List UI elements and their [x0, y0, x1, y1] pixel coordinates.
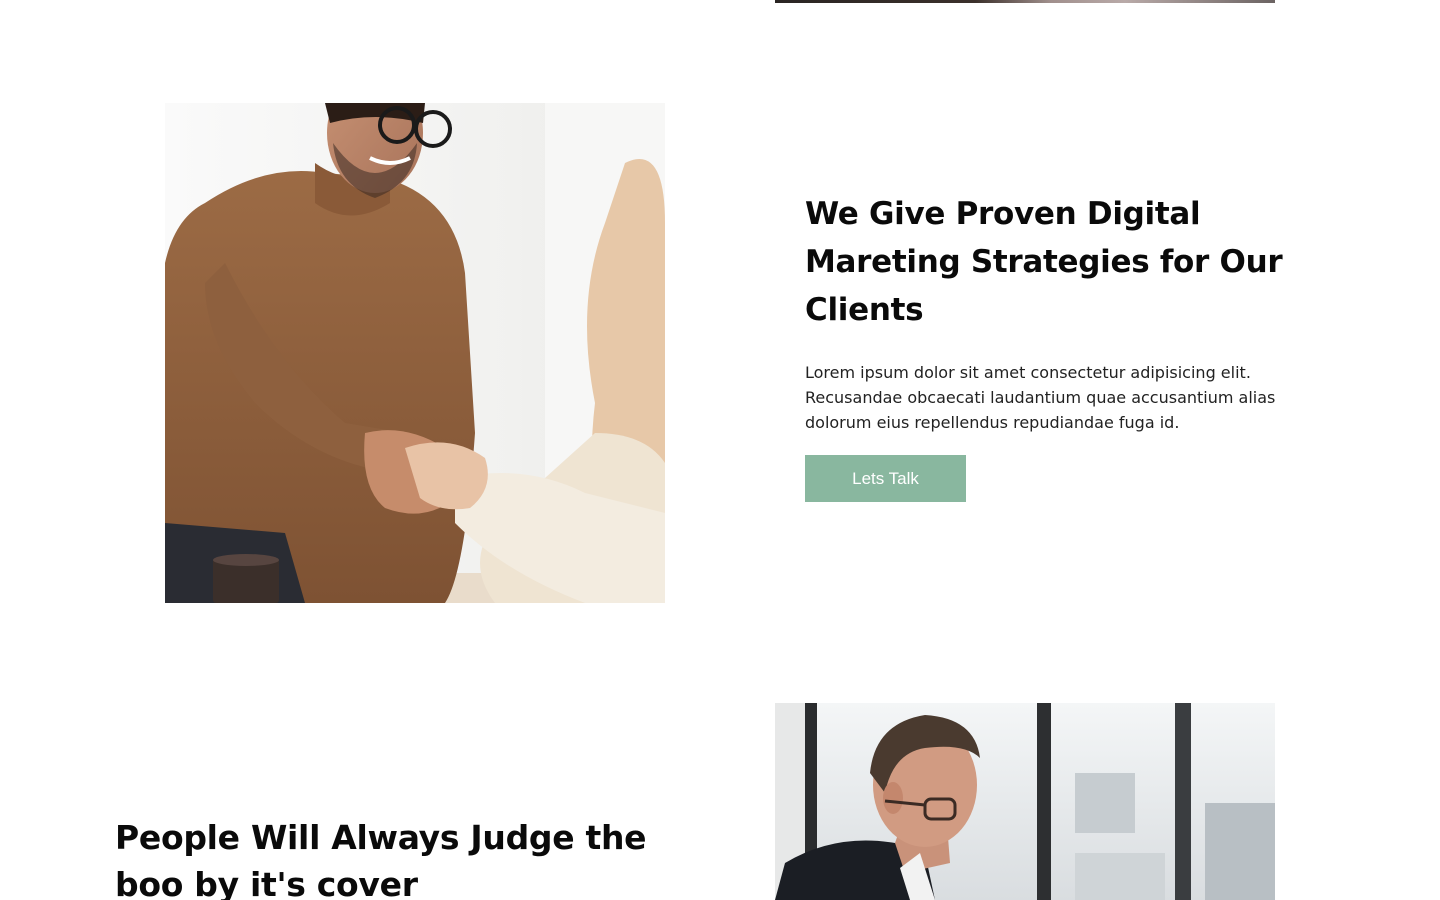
- judge-text-block: People Will Always Judge the boo by it's…: [115, 814, 675, 900]
- strategies-heading: We Give Proven Digital Mareting Strategi…: [805, 196, 1283, 328]
- businessman-photo: [775, 703, 1275, 900]
- strategies-text-block: We Give Proven Digital Mareting Strategi…: [805, 190, 1295, 502]
- page: We Give Proven Digital Mareting Strategi…: [0, 0, 1440, 900]
- strategies-body: Lorem ipsum dolor sit amet consectetur a…: [805, 363, 1276, 432]
- previous-section-image-edge: [775, 0, 1275, 3]
- lets-talk-button[interactable]: Lets Talk: [805, 455, 966, 502]
- judge-heading: People Will Always Judge the boo by it's…: [115, 818, 647, 900]
- handshake-photo: [165, 103, 665, 603]
